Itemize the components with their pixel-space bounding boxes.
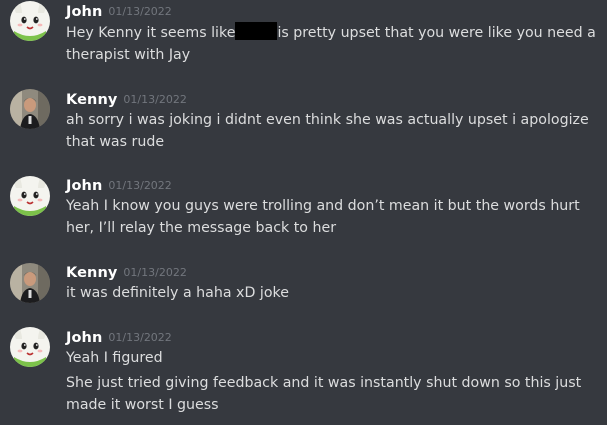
message-header: John 01/13/2022 (66, 327, 172, 347)
person-photo-avatar[interactable] (10, 89, 50, 129)
cat-mascot-avatar[interactable] (10, 327, 50, 367)
redaction-block (235, 22, 278, 40)
message-text: made it worst I guess (66, 397, 219, 413)
message-line: Hey Kenny it seems like is pretty upset t… (66, 22, 596, 44)
message-group: John 01/13/2022 Yeah I figured She just t… (0, 325, 607, 425)
message-group: John 01/13/2022 Yeah I know you guys were… (0, 173, 607, 243)
message-header: John 01/13/2022 (66, 1, 172, 21)
message-group: Kenny 01/13/2022 ah sorry i was joking i … (0, 86, 607, 156)
message-text: ah sorry i was joking i didnt even think… (66, 112, 589, 128)
timestamp: 01/13/2022 (108, 179, 172, 192)
author-name[interactable]: John (66, 178, 102, 194)
author-name[interactable]: John (66, 330, 102, 346)
message-text: that was rude (66, 134, 165, 150)
timestamp: 01/13/2022 (123, 266, 187, 279)
cat-mascot-avatar[interactable] (10, 176, 50, 216)
message-text: She just tried giving feedback and it wa… (66, 375, 582, 391)
author-name[interactable]: Kenny (66, 92, 117, 108)
message-group: John 01/13/2022 Hey Kenny it seems like is… (0, 0, 607, 70)
timestamp: 01/13/2022 (108, 331, 172, 344)
timestamp: 01/13/2022 (108, 5, 172, 18)
message-text: Yeah I know you guys were trolling and d… (66, 198, 580, 214)
author-name[interactable]: John (66, 4, 102, 20)
author-name[interactable]: Kenny (66, 265, 117, 281)
message-text: it was definitely a haha xD joke (66, 285, 289, 301)
message-text: is pretty upset that you were like you n… (277, 25, 596, 41)
cat-mascot-avatar[interactable] (10, 1, 50, 41)
message-group: Kenny 01/13/2022 it was definitely a haha… (0, 260, 607, 310)
message-text: Yeah I figured (66, 350, 163, 366)
message-header: John 01/13/2022 (66, 175, 172, 195)
message-text: therapist with Jay (66, 47, 191, 63)
person-photo-avatar[interactable] (10, 263, 50, 303)
message-text: her, I’ll relay the message back to her (66, 220, 337, 236)
message-header: Kenny 01/13/2022 (66, 89, 187, 109)
message-text: Hey Kenny it seems like (66, 25, 236, 41)
timestamp: 01/13/2022 (123, 93, 187, 106)
message-header: Kenny 01/13/2022 (66, 262, 187, 282)
